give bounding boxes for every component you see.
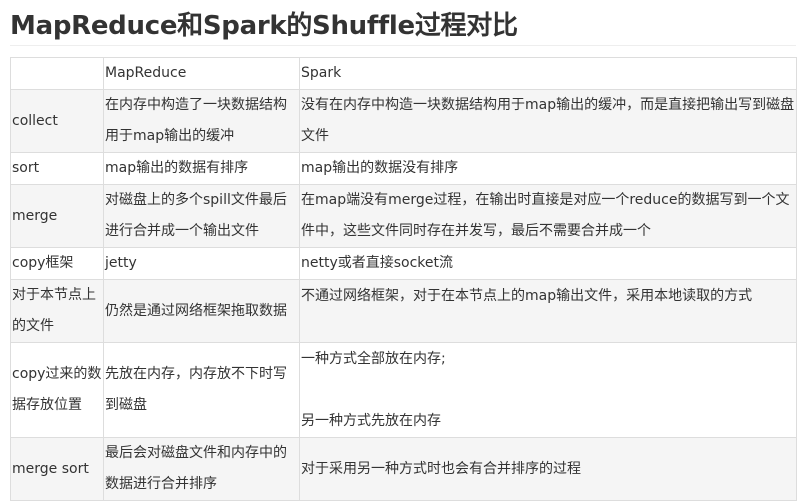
mapreduce-cell: jetty	[103, 247, 300, 280]
spark-cell: map输出的数据没有排序	[299, 152, 797, 185]
table-row-copy-storage: copy过来的数据存放位置 先放在内存，内存放不下时写到磁盘 一种方式全部放在内…	[10, 342, 797, 438]
header-cell-spark: Spark	[299, 57, 797, 90]
row-label-cell: merge sort	[10, 437, 104, 501]
row-label-cell: copy过来的数据存放位置	[10, 342, 104, 438]
row-label-cell: copy框架	[10, 247, 104, 280]
spark-cell: 一种方式全部放在内存; 另一种方式先放在内存	[299, 342, 797, 438]
table-row-merge: merge 对磁盘上的多个spill文件最后进行合并成一个输出文件 在map端没…	[10, 184, 797, 248]
header-cell-mapreduce: MapReduce	[103, 57, 300, 90]
table-row-collect: collect 在内存中构造了一块数据结构用于map输出的缓冲 没有在内存中构造…	[10, 89, 797, 153]
table-header-row: MapReduce Spark	[10, 57, 797, 90]
spark-blank-line	[301, 375, 796, 406]
table-row-sort: sort map输出的数据有排序 map输出的数据没有排序	[10, 152, 797, 185]
comparison-table: MapReduce Spark collect 在内存中构造了一块数据结构用于m…	[10, 57, 797, 501]
row-label-cell: sort	[10, 152, 104, 185]
spark-line-1: 一种方式全部放在内存;	[301, 350, 446, 367]
page-title: MapReduce和Spark的Shuffle过程对比	[10, 11, 518, 41]
table-row-copy-framework: copy框架 jetty netty或者直接socket流	[10, 247, 797, 280]
row-label-cell: collect	[10, 89, 104, 153]
mapreduce-cell: map输出的数据有排序	[103, 152, 300, 185]
table-row-merge-sort: merge sort 最后会对磁盘文件和内存中的数据进行合并排序 对于采用另一种…	[10, 437, 797, 501]
row-label-cell: merge	[10, 184, 104, 248]
header-cell-item	[10, 57, 104, 90]
mapreduce-cell: 先放在内存，内存放不下时写到磁盘	[103, 342, 300, 438]
row-label-cell: 对于本节点上的文件	[10, 279, 104, 343]
mapreduce-cell: 对磁盘上的多个spill文件最后进行合并成一个输出文件	[103, 184, 300, 248]
mapreduce-cell: 最后会对磁盘文件和内存中的数据进行合并排序	[103, 437, 300, 501]
mapreduce-cell: 仍然是通过网络框架拖取数据	[103, 279, 300, 343]
spark-cell: 对于采用另一种方式时也会有合并排序的过程	[299, 437, 797, 501]
spark-cell: 在map端没有merge过程，在输出时直接是对应一个reduce的数据写到一个文…	[299, 184, 797, 248]
spark-cell: 不通过网络框架，对于在本节点上的map输出文件，采用本地读取的方式	[299, 279, 797, 343]
spark-cell: 没有在内存中构造一块数据结构用于map输出的缓冲，而是直接把输出写到磁盘文件	[299, 89, 797, 153]
spark-line-2: 另一种方式先放在内存	[301, 412, 441, 429]
spark-cell: netty或者直接socket流	[299, 247, 797, 280]
table-row-local-files: 对于本节点上的文件 仍然是通过网络框架拖取数据 不通过网络框架，对于在本节点上的…	[10, 279, 797, 343]
title-divider	[10, 45, 796, 46]
mapreduce-cell: 在内存中构造了一块数据结构用于map输出的缓冲	[103, 89, 300, 153]
